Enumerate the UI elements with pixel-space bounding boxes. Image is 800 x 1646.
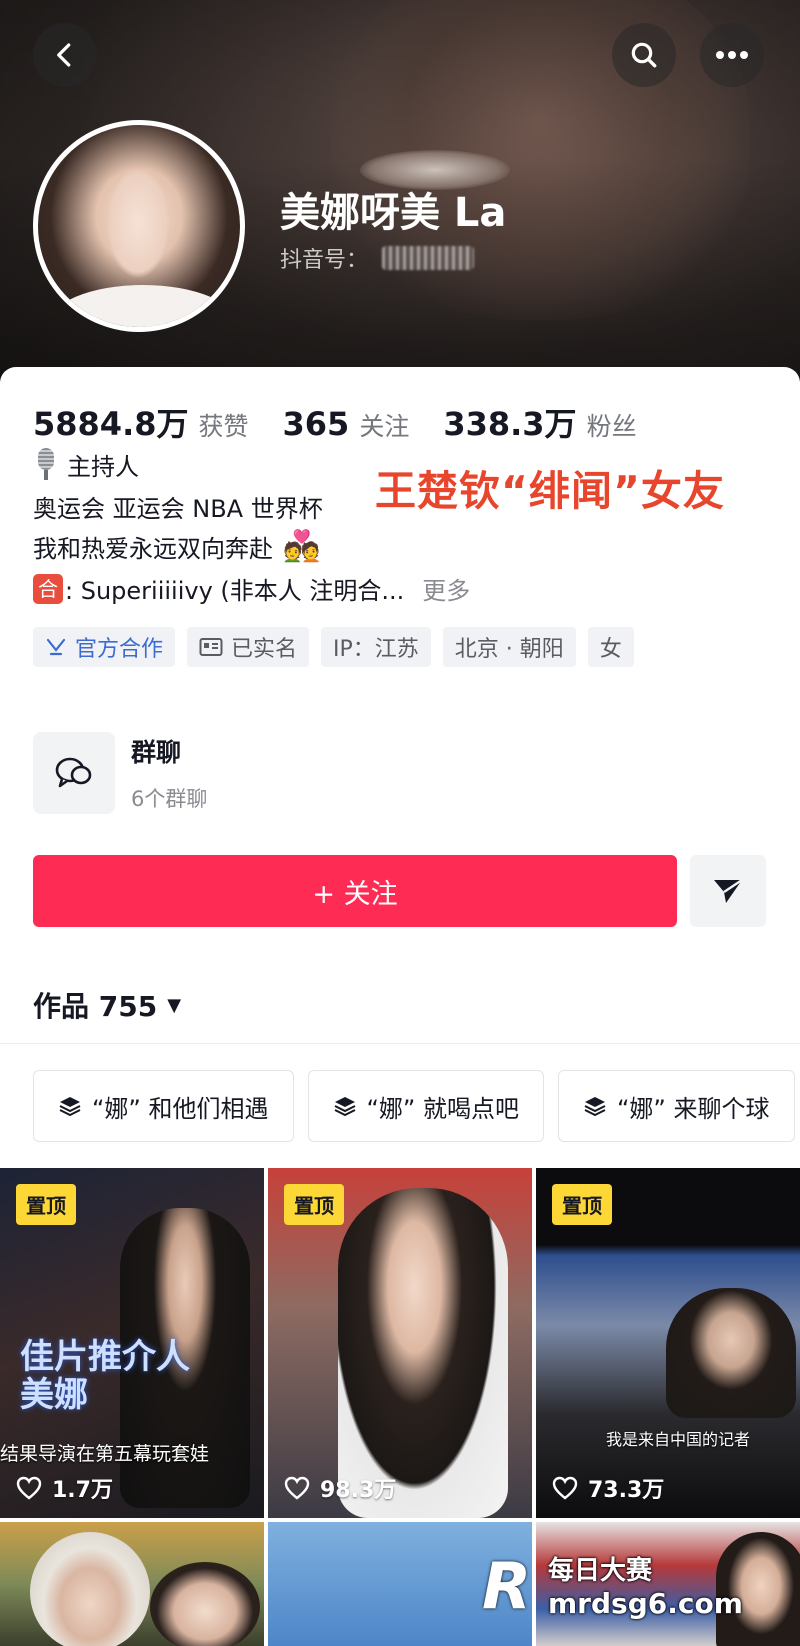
avatar[interactable] — [33, 120, 245, 332]
watermark-text: 每日大赛 mrdsg6.com — [548, 1550, 743, 1620]
microphone-icon — [33, 447, 59, 482]
search-icon — [631, 42, 657, 68]
thumbnail-figure — [150, 1562, 260, 1646]
group-chat-title: 群聊 — [131, 738, 182, 767]
pinned-badge: 置顶 — [284, 1184, 344, 1225]
douyin-id[interactable]: 抖音号： — [280, 242, 475, 274]
heart-icon — [552, 1476, 578, 1500]
bio-role-text: 主持人 — [67, 453, 139, 481]
douyin-id-blurred — [382, 246, 475, 270]
follow-button[interactable]: + 关注 — [33, 855, 677, 927]
stat-following[interactable]: 365 关注 — [283, 405, 410, 443]
video-caption: 我是来自中国的记者 — [606, 1430, 751, 1449]
like-count: 98.3万 — [284, 1472, 396, 1504]
bio-role: 主持人 — [33, 447, 139, 482]
watermark-line2: mrdsg6.com — [548, 1587, 743, 1620]
tag-label: 官方合作 — [75, 637, 164, 662]
video-thumbnail — [666, 1288, 796, 1418]
search-button[interactable] — [612, 23, 676, 87]
collection-chip[interactable]: “娜” 来聊个球 — [558, 1070, 795, 1142]
video-caption: 结果导演在第五幕玩套娃 — [0, 1443, 210, 1465]
bio-line-text: : Superiiiiivy (非本人 注明合... — [65, 577, 405, 605]
video-overlay-text: 佳片推介人 美娜 — [20, 1337, 190, 1415]
stat-label: 获赞 — [198, 412, 249, 441]
chevron-left-icon — [57, 43, 71, 67]
back-button[interactable] — [33, 23, 97, 87]
video-tile[interactable]: 置顶 佳片推介人 美娜 结果导演在第五幕玩套娃 1.7万 — [0, 1168, 264, 1518]
group-chat-text: 群聊 6个群聊 — [131, 733, 207, 813]
pinned-badge: 置顶 — [16, 1184, 76, 1225]
cooperation-badge-icon: 合 — [33, 573, 63, 604]
group-chat-entry[interactable]: 群聊 6个群聊 — [33, 732, 207, 814]
more-dots-icon — [716, 51, 748, 59]
official-icon — [46, 638, 66, 656]
watermark-logo: R — [482, 1550, 532, 1624]
stat-label: 粉丝 — [586, 412, 637, 441]
video-tile[interactable]: 置顶 98.3万 — [268, 1168, 532, 1518]
watermark-line1: 每日大赛 — [548, 1556, 653, 1586]
collection-chip[interactable]: “娜” 和他们相遇 — [33, 1070, 294, 1142]
watermark: R 每日大赛 mrdsg6.com — [482, 1540, 782, 1630]
video-tile[interactable]: 置顶 我是来自中国的记者 73.3万 — [536, 1168, 800, 1518]
like-count-value: 73.3万 — [588, 1478, 665, 1503]
video-thumbnail — [30, 1532, 150, 1646]
stats-row: 5884.8万 获赞 365 关注 338.3万 粉丝 — [33, 399, 671, 445]
pinned-badge: 置顶 — [552, 1184, 612, 1225]
works-label: 作品 755 — [33, 990, 158, 1023]
tag-ip: IP：江苏 — [321, 627, 431, 667]
stat-value: 5884.8万 — [33, 405, 189, 443]
collections-row: “娜” 和他们相遇 “娜” 就喝点吧 “娜” 来聊个球 — [33, 1070, 800, 1142]
heart-icon — [16, 1476, 42, 1500]
collection-label: “娜” 就喝点吧 — [366, 1094, 520, 1123]
bio-line-text: 我和热爱永远双向奔赴 — [33, 535, 273, 563]
stat-value: 365 — [282, 405, 350, 443]
douyin-id-label: 抖音号： — [280, 248, 369, 273]
bio-line: 我和热爱永远双向奔赴 💑 — [33, 529, 320, 564]
divider — [0, 1043, 800, 1044]
bio-line[interactable]: 合 : Superiiiiivy (非本人 注明合... 更多 — [33, 571, 470, 606]
headline-overlay: 王楚钦“绯闻”女友 — [375, 467, 725, 515]
like-count: 1.7万 — [16, 1472, 113, 1504]
layers-icon — [584, 1097, 606, 1117]
share-button[interactable] — [690, 855, 766, 927]
collection-chip[interactable]: “娜” 就喝点吧 — [307, 1070, 544, 1142]
couple-heart-icon: 💑 — [283, 529, 321, 564]
tag-verified[interactable]: 已实名 — [187, 627, 310, 667]
like-count: 73.3万 — [552, 1472, 664, 1504]
tag-gender: 女 — [587, 627, 634, 667]
video-tile[interactable] — [0, 1522, 264, 1646]
collection-label: “娜” 和他们相遇 — [92, 1094, 269, 1123]
layers-icon — [59, 1097, 81, 1117]
chat-bubbles-icon — [33, 732, 115, 814]
video-thumbnail — [338, 1188, 508, 1518]
bio-more-link[interactable]: 更多 — [422, 571, 470, 606]
id-card-icon — [199, 638, 223, 656]
layers-icon — [334, 1097, 355, 1117]
stat-likes[interactable]: 5884.8万 获赞 — [33, 399, 249, 445]
tag-location: 北京 · 朝阳 — [442, 627, 576, 667]
profile-header: 美娜呀美 La 抖音号： — [0, 0, 800, 400]
tag-official-cooperation[interactable]: 官方合作 — [33, 627, 176, 667]
stat-label: 关注 — [359, 412, 410, 441]
stat-value: 338.3万 — [443, 405, 577, 443]
heart-icon — [284, 1476, 310, 1500]
tag-label: 已实名 — [231, 637, 298, 662]
more-options-button[interactable] — [700, 23, 764, 87]
collection-label: “娜” 来聊个球 — [617, 1094, 770, 1123]
send-arrow-icon — [714, 879, 743, 903]
profile-name: 美娜呀美 La — [280, 190, 507, 236]
works-tab[interactable]: 作品 755 ▼ — [33, 985, 181, 1025]
profile-tags: 官方合作 已实名 IP：江苏 北京 · 朝阳 女 — [33, 627, 646, 667]
bio-line: 奥运会 亚运会 NBA 世界杯 — [33, 495, 323, 523]
like-count-value: 1.7万 — [52, 1478, 113, 1503]
like-count-value: 98.3万 — [320, 1478, 397, 1503]
stat-followers[interactable]: 338.3万 粉丝 — [443, 399, 636, 445]
caret-down-icon: ▼ — [167, 994, 182, 1016]
group-chat-count: 6个群聊 — [131, 787, 208, 811]
